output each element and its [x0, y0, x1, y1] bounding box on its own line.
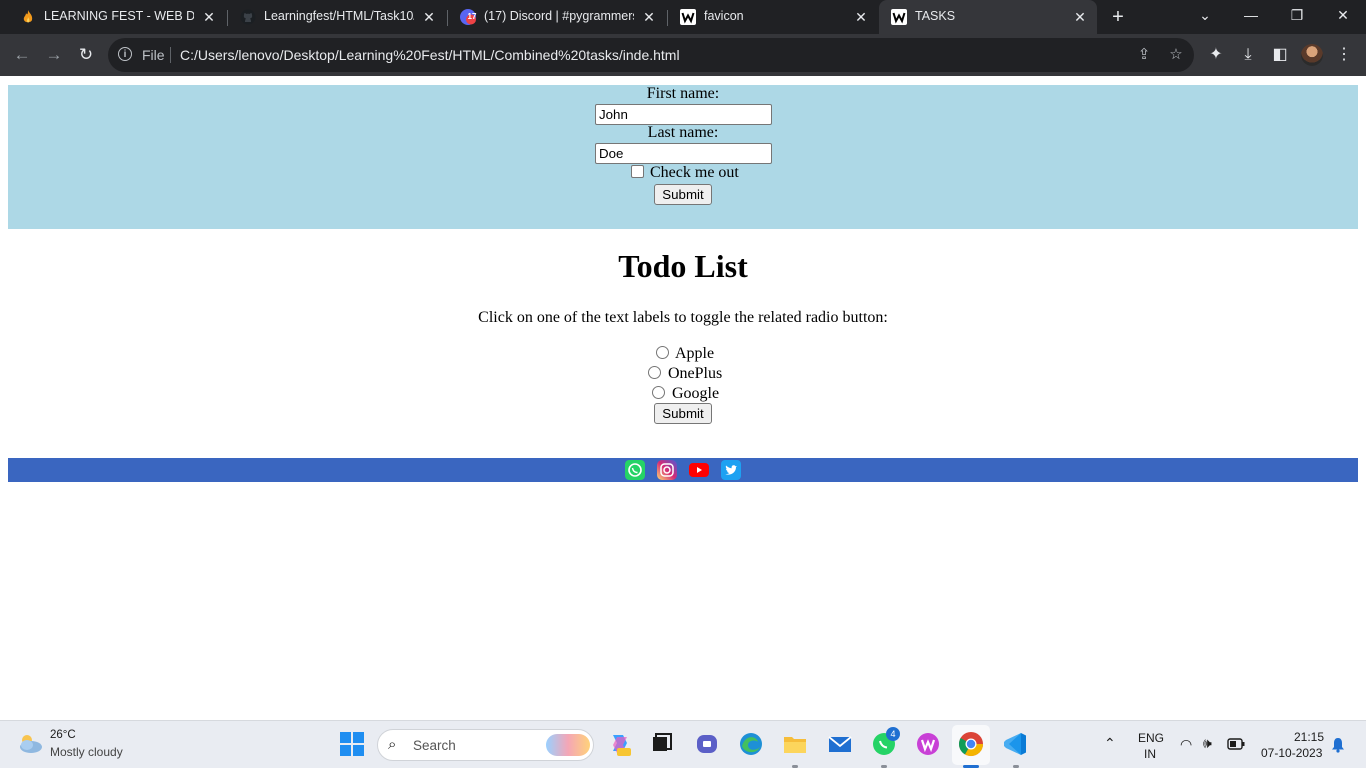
scheme-label: File — [142, 47, 165, 63]
last-name-label: Last name: — [647, 124, 719, 141]
bookmark-star-icon[interactable]: ☆ — [1166, 46, 1186, 64]
address-bar[interactable]: i File C:/Users/lenovo/Desktop/Learning%… — [108, 38, 1194, 72]
weather-temperature[interactable]: 26°C — [50, 729, 76, 741]
form-submit-button[interactable]: Submit — [654, 184, 712, 205]
mail-icon[interactable] — [825, 729, 855, 759]
battery-icon[interactable] — [1227, 738, 1245, 750]
web-page: First name: John Last name: Doe Check me… — [0, 76, 1366, 720]
fire-icon — [23, 10, 33, 23]
tab-title: LEARNING FEST - WEB DEVE — [44, 9, 194, 23]
first-name-input[interactable]: John — [595, 104, 772, 125]
clock-date[interactable]: 07-10-2023 — [1261, 746, 1322, 760]
omnibox-separator — [170, 47, 171, 63]
search-highlight-decoration — [546, 734, 590, 756]
language-line2[interactable]: IN — [1144, 747, 1156, 761]
chrome-icon[interactable] — [956, 729, 986, 759]
close-tab-icon[interactable]: ✕ — [420, 8, 438, 26]
tab-title: (17) Discord | #pygrammers — [484, 9, 634, 23]
w-logo-icon — [680, 9, 696, 25]
tab-title: favicon — [704, 9, 744, 23]
language-line1[interactable]: ENG — [1138, 731, 1164, 745]
windows-start-icon[interactable] — [337, 729, 367, 759]
edge-browser-icon[interactable] — [736, 729, 766, 759]
whatsapp-icon[interactable] — [625, 460, 645, 480]
tab-title: Learningfest/HTML/Task10/i — [264, 9, 414, 23]
wifi-icon[interactable]: ◠ — [1180, 736, 1192, 753]
info-icon[interactable]: i — [118, 47, 132, 61]
youtube-icon[interactable] — [689, 460, 709, 480]
radio-google[interactable] — [652, 386, 665, 399]
share-icon[interactable]: ⇪ — [1134, 46, 1154, 64]
wps-office-icon[interactable] — [913, 729, 943, 759]
menu-kebab-icon[interactable]: ⋮ — [1333, 44, 1355, 66]
todo-title: Todo List — [618, 248, 748, 284]
social-footer — [8, 458, 1358, 482]
windows-taskbar: 26°C Mostly cloudy ⌕ Search 4 ⌃ ENG IN ◠… — [0, 720, 1366, 768]
vscode-icon[interactable] — [1000, 729, 1030, 759]
extensions-puzzle-icon[interactable]: ✦ — [1205, 44, 1227, 66]
restore-button[interactable]: ❐ — [1274, 0, 1320, 32]
close-tab-icon[interactable]: ✕ — [640, 8, 658, 26]
minimize-button[interactable]: — — [1228, 0, 1274, 32]
download-icon[interactable]: ⤓ — [1237, 44, 1259, 66]
forward-arrow-icon[interactable]: → — [42, 43, 66, 67]
taskbar-search-box[interactable]: ⌕ Search — [377, 729, 594, 761]
profile-avatar[interactable] — [1301, 44, 1323, 66]
teams-chat-icon[interactable] — [692, 729, 722, 759]
tab-github[interactable]: Learningfest/HTML/Task10/i ✕ — [228, 0, 446, 34]
radio-label-apple[interactable]: Apple — [675, 345, 714, 363]
radio-label-oneplus[interactable]: OnePlus — [668, 365, 722, 383]
whatsapp-unread-badge: 4 — [886, 727, 900, 741]
radio-apple[interactable] — [656, 346, 669, 359]
tab-favicon[interactable]: favicon ✕ — [668, 0, 878, 34]
url-text[interactable]: C:/Users/lenovo/Desktop/Learning%20Fest/… — [180, 47, 680, 63]
search-placeholder: Search — [413, 738, 456, 753]
weather-description[interactable]: Mostly cloudy — [50, 745, 123, 759]
notification-bell-icon[interactable] — [1331, 737, 1345, 753]
cloudy-weather-icon[interactable] — [16, 731, 44, 755]
copilot-preview-icon[interactable] — [605, 729, 635, 759]
radio-oneplus[interactable] — [648, 366, 661, 379]
browser-tab-strip: LEARNING FEST - WEB DEVE ✕ Learningfest/… — [0, 0, 1366, 34]
discord-notification-count: 17 — [467, 12, 477, 21]
close-tab-icon[interactable]: ✕ — [200, 8, 218, 26]
last-name-input[interactable]: Doe — [595, 143, 772, 164]
clock-time[interactable]: 21:15 — [1294, 730, 1324, 744]
name-form: First name: John Last name: Doe Check me… — [8, 85, 1358, 229]
checkbox-label[interactable]: Check me out — [650, 164, 739, 182]
browser-toolbar: ← → ↻ i File C:/Users/lenovo/Desktop/Lea… — [0, 34, 1366, 76]
close-tab-icon[interactable]: ✕ — [1071, 8, 1089, 26]
task-view-icon[interactable] — [647, 729, 677, 759]
close-window-button[interactable]: ✕ — [1320, 0, 1366, 32]
check-me-out-checkbox[interactable] — [631, 165, 644, 178]
tab-search-icon[interactable]: ⌄ — [1182, 0, 1228, 32]
tab-learning-fest[interactable]: LEARNING FEST - WEB DEVE ✕ — [8, 0, 226, 34]
file-explorer-icon[interactable] — [780, 729, 810, 759]
github-icon — [240, 9, 256, 25]
todo-submit-button[interactable]: Submit — [654, 403, 712, 424]
instruction-text: Click on one of the text labels to toggl… — [478, 309, 888, 326]
close-tab-icon[interactable]: ✕ — [852, 8, 870, 26]
reload-icon[interactable]: ↻ — [74, 43, 98, 67]
tab-discord[interactable]: 17 (17) Discord | #pygrammers ✕ — [448, 0, 666, 34]
instagram-icon[interactable] — [657, 460, 677, 480]
new-tab-button[interactable]: + — [1106, 5, 1130, 29]
show-hidden-icons-chevron-icon[interactable]: ⌃ — [1104, 735, 1116, 752]
radio-label-google[interactable]: Google — [672, 385, 719, 403]
tab-tasks[interactable]: TASKS ✕ — [879, 0, 1097, 34]
twitter-icon[interactable] — [721, 460, 741, 480]
w-logo-icon — [891, 9, 907, 25]
back-arrow-icon[interactable]: ← — [10, 43, 34, 67]
tab-title: TASKS — [915, 9, 956, 23]
volume-icon[interactable]: 🕪 — [1203, 735, 1212, 752]
search-icon: ⌕ — [388, 736, 397, 753]
first-name-label: First name: — [646, 85, 720, 102]
side-panel-icon[interactable]: ◧ — [1269, 44, 1291, 66]
